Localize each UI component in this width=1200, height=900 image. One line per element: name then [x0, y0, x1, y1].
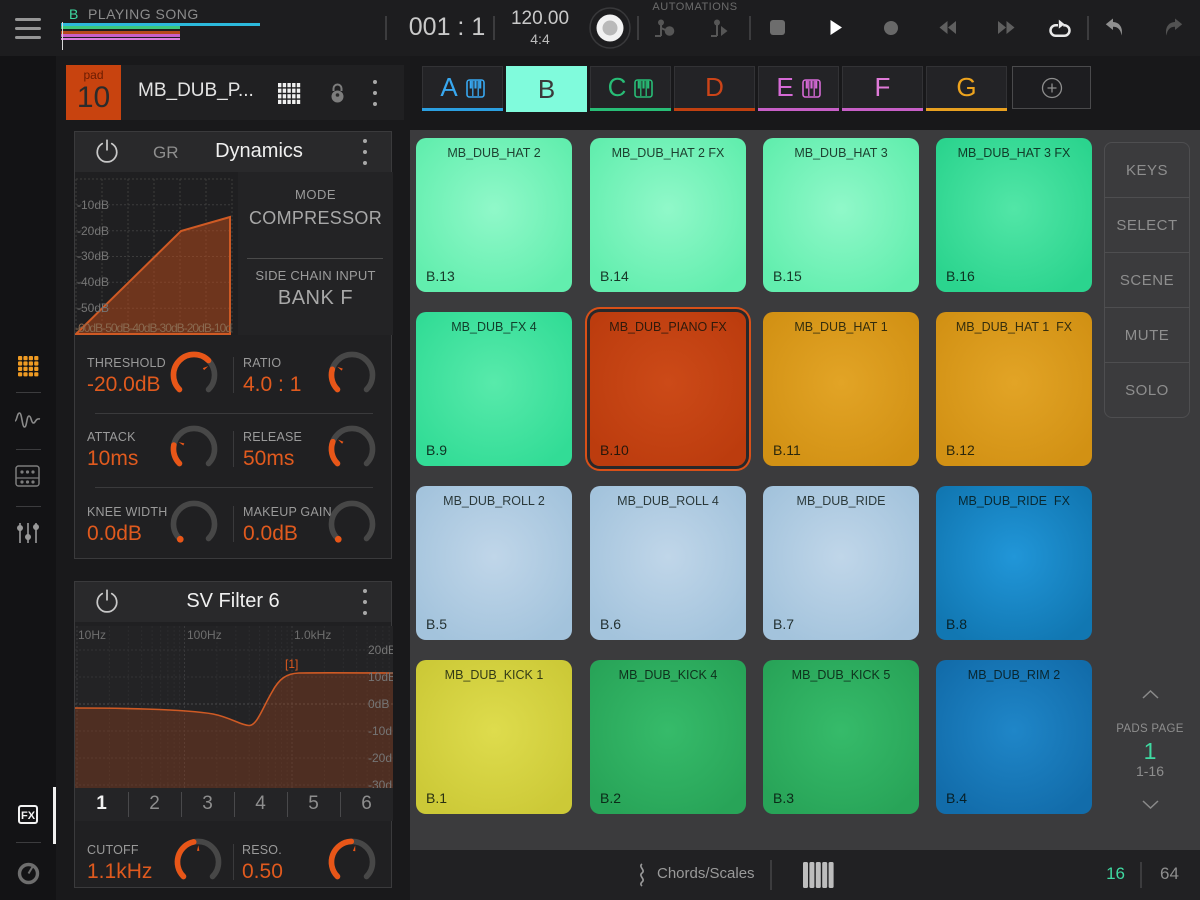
- svg-text:-30dB: -30dB: [77, 249, 109, 263]
- svg-text:-50dB: -50dB: [77, 301, 109, 315]
- svg-text:-10dB: -10dB: [77, 198, 109, 212]
- svg-text:-20dB: -20dB: [77, 224, 109, 238]
- svg-text:-60dB-50dB-40dB-30dB-20dB-10d: -60dB-50dB-40dB-30dB-20dB-10d: [75, 321, 232, 335]
- svg-text:0dB: 0dB: [368, 697, 389, 711]
- svg-text:FX: FX: [21, 810, 36, 822]
- svg-text:-10dB: -10dB: [368, 724, 393, 738]
- svg-text:10dB: 10dB: [368, 670, 393, 684]
- svg-text:[1]: [1]: [285, 657, 298, 671]
- svg-text:20dB: 20dB: [368, 643, 393, 657]
- svg-text:-30dB: -30dB: [368, 778, 393, 788]
- svg-text:100Hz: 100Hz: [187, 628, 222, 642]
- svg-text:-20dB: -20dB: [368, 751, 393, 765]
- svg-text:-40dB: -40dB: [77, 275, 109, 289]
- svg-text:1.0kHz: 1.0kHz: [294, 628, 331, 642]
- svg-text:10Hz: 10Hz: [78, 628, 106, 642]
